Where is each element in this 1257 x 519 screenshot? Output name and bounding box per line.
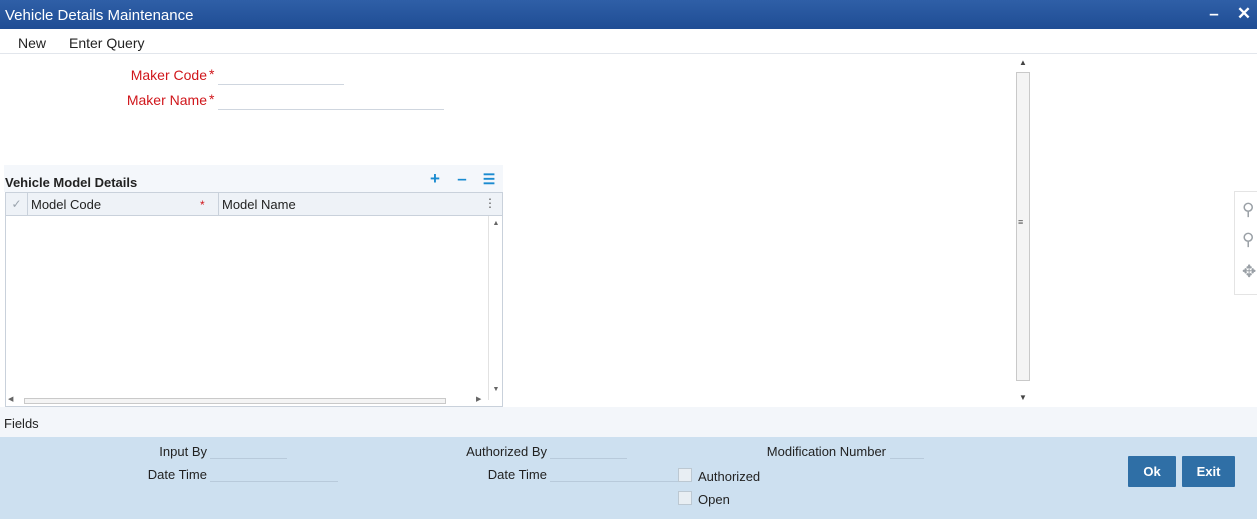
maker-code-required: * <box>209 66 215 82</box>
zoom-out-icon[interactable]: ⚲ <box>1242 230 1257 250</box>
input-by-value <box>210 458 287 459</box>
open-label: Open <box>698 492 730 507</box>
minus-icon[interactable]: – <box>454 170 470 188</box>
grid-column-header: ✓ Model Code * Model Name ⋮ <box>6 193 502 216</box>
maker-name-input[interactable] <box>218 90 444 110</box>
window-title: Vehicle Details Maintenance <box>5 7 194 24</box>
open-checkbox[interactable] <box>678 491 692 505</box>
scroll-down-icon[interactable]: ▼ <box>1015 391 1031 405</box>
model-code-required: * <box>200 198 205 212</box>
minimize-icon[interactable]: – <box>1206 5 1222 23</box>
authorized-label: Authorized <box>698 469 761 484</box>
input-date-time-label: Date Time <box>147 467 207 482</box>
authorized-checkbox[interactable] <box>678 468 692 482</box>
close-icon[interactable]: ✕ <box>1236 5 1252 23</box>
scroll-up-icon[interactable]: ▲ <box>1015 56 1031 70</box>
grid-table: ✓ Model Code * Model Name ⋮ ▲ ▼ ◀ ▶ <box>5 192 503 407</box>
authorized-by-value <box>550 458 627 459</box>
fields-label: Fields <box>4 416 39 431</box>
input-by-label: Input By <box>159 444 207 459</box>
maker-code-label: Maker Code <box>130 67 207 83</box>
column-model-name[interactable]: Model Name <box>222 197 296 212</box>
ok-button[interactable]: Ok <box>1128 456 1176 487</box>
list-icon[interactable]: ☰ <box>481 170 497 188</box>
menu-enter-query[interactable]: Enter Query <box>69 35 144 51</box>
scroll-grip-icon: ≡ <box>1018 217 1024 227</box>
maker-code-input[interactable] <box>218 65 344 85</box>
modification-number-value <box>890 458 924 459</box>
select-all-check-icon[interactable]: ✓ <box>6 193 28 215</box>
side-toolbar: ⚲ ⚲ ✥ <box>1234 191 1257 295</box>
menu-new[interactable]: New <box>18 35 46 51</box>
audit-section: Input By Date Time Authorized By Date Ti… <box>0 437 1257 519</box>
exit-button[interactable]: Exit <box>1182 456 1235 487</box>
auth-date-time-label: Date Time <box>487 467 547 482</box>
grid-header: Vehicle Model Details + – ☰ <box>4 165 503 192</box>
column-resize-icon[interactable]: ⋮ <box>484 196 496 210</box>
maker-name-required: * <box>209 91 215 107</box>
column-divider <box>218 193 219 215</box>
main-vertical-scrollbar[interactable]: ▲ ≡ ▼ <box>1015 54 1031 407</box>
grid-horizontal-scrollbar[interactable]: ◀ ▶ <box>6 395 502 406</box>
maker-name-label: Maker Name <box>126 92 207 108</box>
grid-scroll-right-icon[interactable]: ▶ <box>476 395 481 403</box>
grid-title: Vehicle Model Details <box>5 175 138 190</box>
grid-scroll-up-icon[interactable]: ▲ <box>489 218 503 230</box>
window-titlebar: Vehicle Details Maintenance – ✕ <box>0 0 1257 29</box>
grid-vertical-scrollbar[interactable]: ▲ ▼ <box>488 216 502 400</box>
auth-date-time-value <box>550 481 678 482</box>
grid-hscroll-thumb[interactable] <box>24 398 446 404</box>
plus-icon[interactable]: + <box>427 170 443 188</box>
authorized-by-label: Authorized By <box>466 444 547 459</box>
zoom-in-icon[interactable]: ⚲ <box>1242 200 1257 220</box>
vehicle-model-grid: Vehicle Model Details + – ☰ ✓ Model Code… <box>4 165 503 407</box>
grid-scroll-left-icon[interactable]: ◀ <box>8 395 13 403</box>
grid-scroll-down-icon[interactable]: ▼ <box>489 384 503 396</box>
input-date-time-value <box>210 481 338 482</box>
menu-bar: New Enter Query <box>0 29 1257 54</box>
modification-number-label: Modification Number <box>766 444 886 459</box>
fields-section[interactable]: Fields <box>0 407 1257 437</box>
column-model-code[interactable]: Model Code <box>31 197 101 212</box>
expand-icon[interactable]: ✥ <box>1242 262 1257 282</box>
